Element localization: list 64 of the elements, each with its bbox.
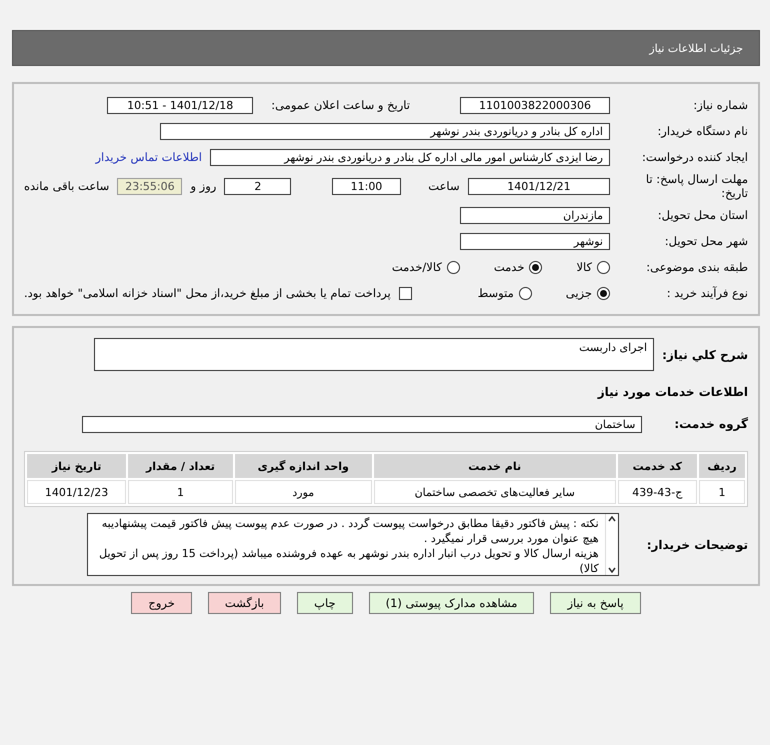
radio-button[interactable]: [518, 286, 532, 300]
radio-button[interactable]: [446, 260, 460, 274]
field-label: نوع فرآیند خرید :: [666, 286, 748, 300]
remaining-time-field: 23:55:06: [117, 178, 182, 194]
field-label: شماره نیاز:: [692, 98, 748, 112]
time-label: ساعت: [428, 179, 460, 193]
column-header: نام خدمت: [374, 454, 616, 478]
days-label: روز و: [190, 179, 216, 193]
column-header: واحد اندازه گیری: [234, 454, 372, 478]
scrollbar[interactable]: [604, 514, 618, 575]
column-header: تعداد / مقدار: [128, 454, 233, 478]
option-label: کالا: [576, 260, 592, 274]
field-label: استان محل تحویل:: [656, 208, 748, 222]
page-title: جزئیات اطلاعات نیاز: [649, 42, 743, 54]
city-field: نوشهر: [460, 232, 610, 250]
radio-button[interactable]: [597, 286, 610, 300]
notes-text: نکته : پیش فاکتور دقیقا مطابق درخواست پیوست گردد . در صورت عدم پیوست پیش فاکتور قیمت پیشنهادیبه هیچ عنوان مورد بررسی قرار نمیگیرد .: [100, 516, 599, 546]
creator-field: رضا ایزدی کارشناس امور مالی اداره کل بنادر و دریانوردی بندر نوشهر: [210, 148, 610, 166]
need-number-field: 1101003822000306: [460, 96, 610, 114]
option-label: کالا/خدمت: [392, 260, 442, 274]
action-button[interactable]: پاسخ به نیاز: [550, 592, 641, 614]
option-label: متوسط: [478, 286, 514, 300]
column-header: ردیف: [699, 454, 745, 478]
radio-button[interactable]: [597, 260, 610, 274]
column-header: کد خدمت: [618, 454, 698, 478]
field-label: تاریخ و ساعت اعلان عمومی:: [271, 98, 410, 112]
field-label: شهر محل تحویل:: [664, 234, 748, 248]
radio-button[interactable]: [529, 260, 542, 274]
field-label: ایجاد کننده درخواست:: [641, 150, 748, 164]
province-field: مازندران: [460, 206, 610, 224]
action-button[interactable]: خروج: [131, 592, 192, 614]
section-title: اطلاعات خدمات مورد نیاز: [598, 385, 748, 399]
table-cell: مورد: [234, 480, 372, 504]
summary-field: اجرای داربست: [94, 338, 654, 371]
deadline-time-field: 11:00: [332, 178, 401, 194]
announce-date-field: 1401/12/18 - 10:51: [107, 96, 254, 114]
table-cell: ج-43-439: [618, 480, 698, 504]
days-field: 2: [224, 178, 292, 194]
remaining-label: ساعت باقی مانده: [24, 179, 110, 193]
caret-down-icon[interactable]: [608, 567, 616, 573]
field-label: مهلت ارسال پاسخ: تا تاریخ:: [644, 172, 748, 200]
field-label: نام دستگاه خریدار:: [656, 124, 748, 138]
column-header: تاریخ نیاز: [27, 454, 126, 478]
buyer-org-field: اداره کل بنادر و دریانوردی بندر نوشهر: [160, 122, 610, 140]
action-button[interactable]: چاپ: [297, 592, 353, 614]
table-cell: 1: [128, 480, 233, 504]
contact-link[interactable]: اطلاعات تماس خریدار: [95, 150, 202, 164]
field-label: طبقه بندی موضوعی:: [645, 260, 748, 274]
caret-up-icon[interactable]: [608, 516, 616, 522]
option-label: خدمت: [494, 260, 524, 274]
option-label: جزیی: [566, 286, 592, 300]
field-label: شرح کلي نياز:: [662, 348, 748, 362]
field-label: گروه خدمت:: [674, 417, 748, 431]
action-button[interactable]: بازگشت: [208, 592, 282, 614]
table-cell: سایر فعالیت‌های تخصصی ساختمان: [374, 480, 616, 504]
action-button[interactable]: مشاهده مدارک پیوستی (1): [368, 592, 534, 614]
checkbox[interactable]: [398, 286, 412, 300]
service-group-field: ساختمان: [82, 416, 642, 432]
payment-label: پرداخت تمام یا بخشی از مبلغ خرید،از محل "اسناد خزانه اسلامی" خواهد بود.: [24, 286, 391, 300]
field-label: توضیحات خریدار:: [646, 538, 748, 552]
notes-text: هزینه ارسال کالا و تحویل درب انبار اداره بندر نوشهر به عهده فروشنده میباشد (پرداخت 15 روز پس از تحویل کالا): [98, 546, 599, 576]
deadline-date-field: 1401/12/21: [468, 178, 610, 194]
table-cell: 1: [699, 480, 745, 504]
table-cell: 1401/12/23: [27, 480, 126, 504]
